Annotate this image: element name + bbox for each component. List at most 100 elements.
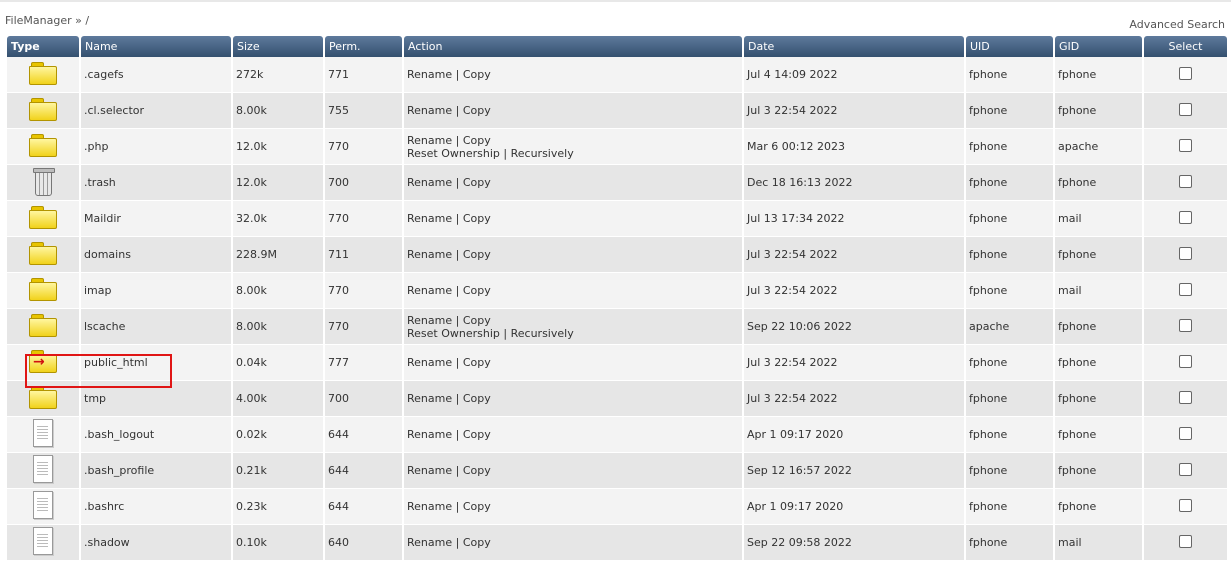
table-row[interactable]: imap 8.00k 770 Rename | Copy Jul 3 22:54 202…	[7, 273, 1227, 309]
file-name-link[interactable]: .cl.selector	[81, 93, 231, 129]
file-permissions[interactable]: 700	[325, 165, 402, 201]
table-row[interactable]: tmp 4.00k 700 Rename | Copy Jul 3 22:54 2022…	[7, 381, 1227, 417]
file-permissions[interactable]: 770	[325, 201, 402, 237]
folder-icon[interactable]	[29, 313, 57, 337]
file-permissions[interactable]: 644	[325, 453, 402, 489]
file-permissions[interactable]: 644	[325, 489, 402, 525]
breadcrumb[interactable]: FileManager » /	[5, 14, 89, 27]
column-header-name[interactable]: Name	[81, 36, 231, 57]
rename-link[interactable]: Rename	[407, 392, 452, 405]
copy-link[interactable]: Copy	[463, 212, 491, 225]
rename-link[interactable]: Rename	[407, 104, 452, 117]
column-header-date[interactable]: Date	[744, 36, 964, 57]
folder-icon[interactable]	[29, 61, 57, 85]
table-row[interactable]: .cagefs 272k 771 Rename | Copy Jul 4 14:09 2…	[7, 57, 1227, 93]
file-permissions[interactable]: 770	[325, 309, 402, 345]
recursively-link[interactable]: Recursively	[511, 147, 574, 160]
reset-ownership-link[interactable]: Reset Ownership	[407, 147, 500, 160]
file-name-link[interactable]: .cagefs	[81, 57, 231, 93]
table-row[interactable]: Maildir 32.0k 770 Rename | Copy Jul 13 17:34…	[7, 201, 1227, 237]
copy-link[interactable]: Copy	[463, 500, 491, 513]
rename-link[interactable]: Rename	[407, 314, 452, 327]
symlink-folder-icon[interactable]: →	[29, 349, 57, 373]
select-checkbox[interactable]	[1179, 102, 1192, 116]
select-checkbox[interactable]	[1179, 534, 1192, 548]
copy-link[interactable]: Copy	[463, 464, 491, 477]
file-permissions[interactable]: 771	[325, 57, 402, 93]
rename-link[interactable]: Rename	[407, 536, 452, 549]
rename-link[interactable]: Rename	[407, 68, 452, 81]
trash-icon[interactable]	[33, 167, 55, 196]
select-checkbox[interactable]	[1179, 390, 1192, 404]
file-name-link[interactable]: domains	[81, 237, 231, 273]
select-checkbox[interactable]	[1179, 426, 1192, 440]
table-row[interactable]: .bash_logout 0.02k 644 Rename | Copy Apr 1 0…	[7, 417, 1227, 453]
copy-link[interactable]: Copy	[463, 392, 491, 405]
folder-icon[interactable]	[29, 205, 57, 229]
copy-link[interactable]: Copy	[463, 134, 491, 147]
file-name-link[interactable]: .trash	[81, 165, 231, 201]
file-icon[interactable]	[33, 455, 53, 483]
rename-link[interactable]: Rename	[407, 428, 452, 441]
file-name-link[interactable]: .shadow	[81, 525, 231, 561]
folder-icon[interactable]	[29, 97, 57, 121]
select-checkbox[interactable]	[1179, 66, 1192, 80]
table-row[interactable]: .shadow 0.10k 640 Rename | Copy Sep 22 09:58…	[7, 525, 1227, 561]
column-header-gid[interactable]: GID	[1055, 36, 1142, 57]
file-name-link[interactable]: .php	[81, 129, 231, 165]
copy-link[interactable]: Copy	[463, 176, 491, 189]
file-permissions[interactable]: 770	[325, 273, 402, 309]
table-row[interactable]: → public_html 0.04k 777 Rename | Copy Jul 3 2…	[7, 345, 1227, 381]
select-checkbox[interactable]	[1179, 138, 1192, 152]
rename-link[interactable]: Rename	[407, 212, 452, 225]
file-name-link[interactable]: tmp	[81, 381, 231, 417]
select-checkbox[interactable]	[1179, 174, 1192, 188]
folder-icon[interactable]	[29, 385, 57, 409]
file-icon[interactable]	[33, 419, 53, 447]
file-name-link[interactable]: lscache	[81, 309, 231, 345]
file-name-link[interactable]: .bashrc	[81, 489, 231, 525]
column-header-size[interactable]: Size	[233, 36, 323, 57]
copy-link[interactable]: Copy	[463, 248, 491, 261]
table-row[interactable]: .cl.selector 8.00k 755 Rename | Copy Jul 3 2…	[7, 93, 1227, 129]
column-header-select[interactable]: Select	[1144, 36, 1227, 57]
rename-link[interactable]: Rename	[407, 248, 452, 261]
table-row[interactable]: .trash 12.0k 700 Rename | Copy Dec 18 16:13 …	[7, 165, 1227, 201]
rename-link[interactable]: Rename	[407, 356, 452, 369]
file-icon[interactable]	[33, 527, 53, 555]
select-checkbox[interactable]	[1179, 354, 1192, 368]
rename-link[interactable]: Rename	[407, 134, 452, 147]
copy-link[interactable]: Copy	[463, 68, 491, 81]
select-checkbox[interactable]	[1179, 498, 1192, 512]
file-name-link[interactable]: imap	[81, 273, 231, 309]
reset-ownership-link[interactable]: Reset Ownership	[407, 327, 500, 340]
file-permissions[interactable]: 711	[325, 237, 402, 273]
file-permissions[interactable]: 644	[325, 417, 402, 453]
file-permissions[interactable]: 700	[325, 381, 402, 417]
select-checkbox[interactable]	[1179, 318, 1192, 332]
select-checkbox[interactable]	[1179, 462, 1192, 476]
file-name-link[interactable]: .bash_profile	[81, 453, 231, 489]
copy-link[interactable]: Copy	[463, 284, 491, 297]
folder-icon[interactable]	[29, 241, 57, 265]
file-permissions[interactable]: 755	[325, 93, 402, 129]
copy-link[interactable]: Copy	[463, 314, 491, 327]
folder-icon[interactable]	[29, 133, 57, 157]
select-checkbox[interactable]	[1179, 282, 1192, 296]
copy-link[interactable]: Copy	[463, 536, 491, 549]
copy-link[interactable]: Copy	[463, 428, 491, 441]
rename-link[interactable]: Rename	[407, 176, 452, 189]
table-row[interactable]: domains 228.9M 711 Rename | Copy Jul 3 22:54…	[7, 237, 1227, 273]
column-header-uid[interactable]: UID	[966, 36, 1053, 57]
table-row[interactable]: .php 12.0k 770 Rename | Copy Reset Ownership…	[7, 129, 1227, 165]
table-row[interactable]: .bashrc 0.23k 644 Rename | Copy Apr 1 09:17 …	[7, 489, 1227, 525]
column-header-type[interactable]: Type	[7, 36, 79, 57]
file-permissions[interactable]: 777	[325, 345, 402, 381]
table-row[interactable]: lscache 8.00k 770 Rename | Copy Reset Owners…	[7, 309, 1227, 345]
advanced-search-link[interactable]: Advanced Search	[1129, 18, 1225, 31]
table-row[interactable]: .bash_profile 0.21k 644 Rename | Copy Sep 12…	[7, 453, 1227, 489]
file-name-link[interactable]: .bash_logout	[81, 417, 231, 453]
copy-link[interactable]: Copy	[463, 104, 491, 117]
file-name-link[interactable]: Maildir	[81, 201, 231, 237]
file-icon[interactable]	[33, 491, 53, 519]
